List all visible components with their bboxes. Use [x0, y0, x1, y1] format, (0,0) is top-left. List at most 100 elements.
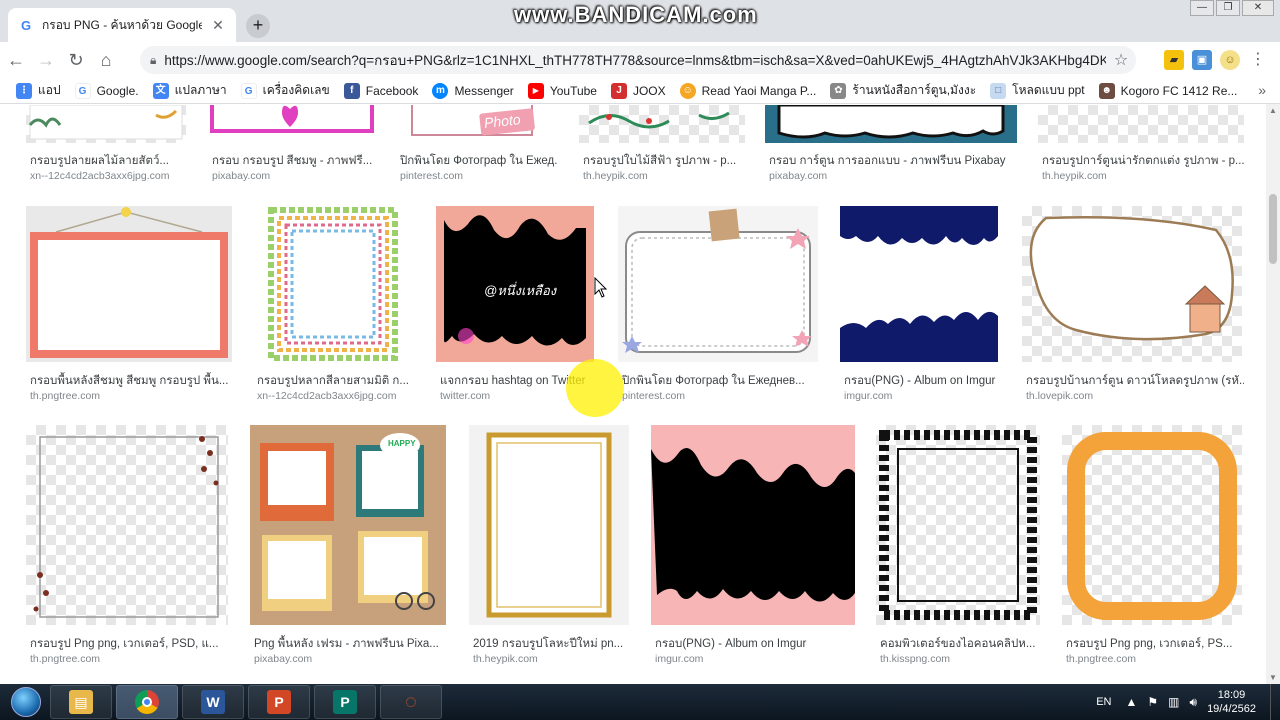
result-thumbnail[interactable] [208, 105, 376, 143]
forward-arrow-icon[interactable]: → [32, 46, 60, 74]
volume-icon[interactable]: 🔊︎ [1190, 695, 1198, 710]
image-result[interactable]: 2019 กรอบรูปโลหะปีใหม่ pn... th.heypik.c… [469, 425, 631, 665]
bookmark-joox[interactable]: J JOOX [610, 82, 666, 99]
image-result[interactable]: Photo ปิกพินโดย Фотограф ใน Ежед... pint… [396, 105, 558, 185]
publisher-icon: P [333, 690, 357, 714]
messenger-icon: m [432, 82, 449, 99]
home-icon[interactable]: ⌂ [92, 46, 120, 74]
tab-close-icon[interactable]: ✕ [210, 17, 226, 34]
result-thumbnail[interactable] [840, 206, 998, 362]
result-thumbnail[interactable] [876, 425, 1040, 625]
image-result[interactable]: กรอบรูป Png png, เวกเตอร์, PSD, แ... th.… [26, 425, 230, 665]
url-text[interactable]: https://www.google.com/search?q=กรอบ+PNG… [164, 49, 1106, 71]
folder-icon: ▤ [69, 690, 93, 714]
bookmark-calculator[interactable]: G เครื่องคิดเลข [240, 81, 330, 100]
result-thumbnail[interactable] [579, 105, 745, 143]
translate-icon: 文 [152, 82, 169, 99]
result-caption: กรอบพื้นหลังสีชมพู สีชมพู กรอบรูป พื้น..… [30, 375, 229, 387]
taskbar-powerpoint[interactable]: P [248, 685, 310, 719]
menu-dots-icon[interactable]: ⋮ [1248, 50, 1268, 70]
taskbar-chrome[interactable] [116, 685, 178, 719]
new-tab-button[interactable]: + [246, 14, 270, 38]
scroll-up-icon[interactable]: ▲ [1269, 106, 1277, 115]
image-result[interactable]: กรอบรูป Png png, เวกเตอร์, PS... th.pngt… [1062, 425, 1244, 665]
image-result[interactable]: กรอบพื้นหลังสีชมพู สีชมพู กรอบรูป พื้น..… [26, 206, 232, 406]
result-thumbnail[interactable] [1022, 206, 1242, 362]
result-source: imgur.com [844, 390, 893, 402]
image-result[interactable]: กรอบ การ์ตูน การออกแบบ - ภาพฟรีบน Pixaba… [765, 105, 1017, 185]
image-result[interactable]: กรอบ กรอบรูป สีชมพู - ภาพฟรี... pixabay.… [208, 105, 376, 185]
image-result[interactable]: กรอบรูปใบไม้สีฟ้า รูปภาพ - p... th.heypi… [579, 105, 745, 185]
result-thumbnail[interactable]: Photo [396, 105, 558, 143]
apps-icon: ⋮ [16, 82, 32, 99]
bookmark-messenger[interactable]: m Messenger [432, 82, 514, 99]
active-tab[interactable]: G กรอบ PNG - ค้นหาด้วย Google ✕ [8, 8, 236, 42]
happy-label: HAPPY [388, 439, 416, 448]
lock-icon: 🔒︎ [150, 52, 157, 67]
image-result[interactable]: คอมพิวเตอร์ของไอคอนคลิปห... th.kisspng.c… [876, 425, 1044, 665]
taskbar-bandicam[interactable]: ◌ [380, 685, 442, 719]
result-source: pinterest.com [622, 390, 686, 402]
powerpoint-icon: P [267, 690, 291, 714]
profile-avatar-icon[interactable]: ☺ [1220, 50, 1240, 70]
reload-icon[interactable]: ↻ [62, 46, 90, 74]
result-thumbnail[interactable] [765, 105, 1017, 143]
back-arrow-icon[interactable]: ← [2, 46, 30, 74]
address-bar[interactable]: 🔒︎ https://www.google.com/search?q=กรอบ+… [140, 46, 1136, 74]
bookmark-translate[interactable]: 文แปลภาษา [152, 81, 227, 100]
network-icon[interactable]: ▥ [1168, 695, 1179, 709]
minimize-button[interactable]: — [1190, 0, 1214, 16]
image-result[interactable]: กรอบ(PNG) - Album on Imgur imgur.com [840, 206, 1002, 406]
restore-button[interactable]: ❐ [1216, 0, 1240, 16]
result-thumbnail[interactable] [469, 425, 629, 625]
taskbar-word[interactable]: W [182, 685, 244, 719]
image-result[interactable]: HAPPY Png พื้นหลัง เฟรม - ภาพฟรีบน Pixa.… [250, 425, 448, 665]
bookmark-youtube[interactable]: ▶ YouTube [527, 82, 597, 99]
result-thumbnail[interactable]: @หนึ่งเหลือง [436, 206, 594, 362]
result-thumbnail[interactable] [26, 425, 228, 625]
bookmark-ppt[interactable]: □ โหลดแบบ ppt [990, 81, 1085, 100]
result-thumbnail[interactable] [1062, 425, 1242, 625]
start-button[interactable] [6, 685, 46, 719]
result-thumbnail[interactable] [26, 105, 186, 143]
result-thumbnail[interactable] [651, 425, 855, 625]
result-source: imgur.com [655, 653, 704, 665]
bookmark-bookstore[interactable]: ✿ ร้านหนังสือการ์ตูน,มังงะ [830, 81, 976, 100]
bookmark-facebook[interactable]: f Facebook [343, 82, 418, 99]
show-desktop-button[interactable] [1270, 684, 1280, 720]
result-thumbnail[interactable] [618, 206, 818, 362]
image-results-grid: กรอบรูปลายผลไม้ลายสัตว์... xn--12c4cd2ac… [0, 105, 1266, 685]
scrollbar-thumb[interactable] [1269, 194, 1277, 264]
taskbar-publisher[interactable]: P [314, 685, 376, 719]
bookmark-kogoro[interactable]: ☻ Kogoro FC 1412 Re... [1098, 82, 1237, 99]
result-thumbnail[interactable]: HAPPY [250, 425, 446, 625]
result-thumbnail[interactable] [253, 206, 413, 362]
show-hidden-icons-icon[interactable]: ▲ [1126, 695, 1138, 709]
bookmark-star-icon[interactable]: ☆ [1106, 50, 1136, 70]
image-result[interactable]: กรอบ(PNG) - Album on Imgur imgur.com [651, 425, 857, 665]
action-center-icon[interactable]: ⚑ [1147, 695, 1158, 709]
image-result[interactable]: กรอบรูปบ้านการ์ตูน ดาวน์โหลดรูปภาพ (รหั.… [1022, 206, 1244, 406]
taskbar-file-explorer[interactable]: ▤ [50, 685, 112, 719]
extension-2-icon[interactable]: ▣ [1192, 50, 1212, 70]
image-result[interactable]: ปิกพินโดย Фотограф ใน Ежеднев... pintere… [618, 206, 820, 406]
scroll-down-icon[interactable]: ▼ [1269, 673, 1277, 682]
clock[interactable]: 18:09 19/4/2562 [1207, 688, 1256, 716]
bookmark-apps[interactable]: ⋮ แอป [16, 81, 61, 100]
result-thumbnail[interactable] [1038, 105, 1244, 143]
language-indicator[interactable]: EN [1096, 696, 1111, 708]
bookmark-manga[interactable]: ☺ Read Yaoi Manga P... [679, 82, 816, 99]
bookstore-icon: ✿ [830, 82, 847, 99]
extension-1-icon[interactable]: ▰ [1164, 50, 1184, 70]
close-window-button[interactable]: ✕ [1242, 0, 1274, 16]
page-icon: □ [990, 82, 1007, 99]
result-source: th.heypik.com [473, 653, 538, 665]
bookmark-google[interactable]: G Google. [74, 82, 139, 99]
result-source: pinterest.com [400, 170, 464, 182]
result-thumbnail[interactable] [26, 206, 232, 362]
bookmarks-overflow-icon[interactable]: » [1258, 82, 1266, 98]
image-result[interactable]: กรอบรูปหลากสีลายสามมิติ ก... xn--12c4cd2… [253, 206, 415, 406]
page-scrollbar[interactable]: ▲ ▼ [1266, 104, 1280, 684]
image-result[interactable]: กรอบรูปการ์ตูนน่ารักตกแต่ง รูปภาพ - p...… [1038, 105, 1246, 185]
image-result[interactable]: กรอบรูปลายผลไม้ลายสัตว์... xn--12c4cd2ac… [26, 105, 186, 185]
